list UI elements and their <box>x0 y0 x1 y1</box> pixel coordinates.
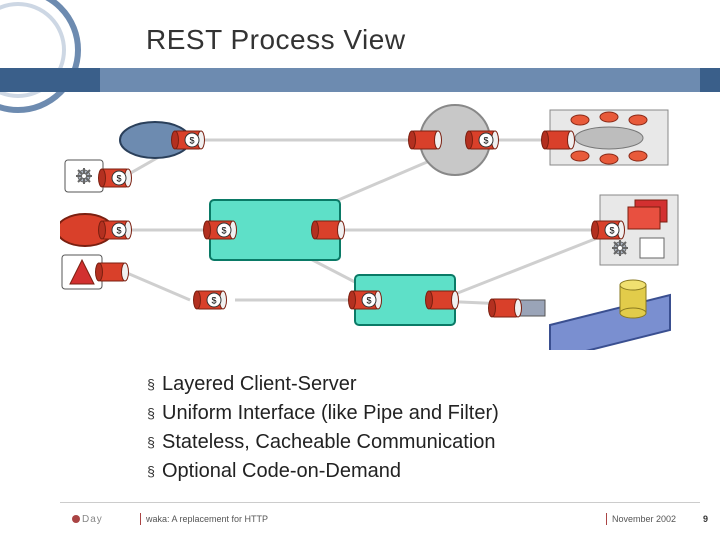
bullet-list: §Layered Client-Server §Uniform Interfac… <box>140 370 499 486</box>
logo: Day <box>72 514 103 525</box>
bullet-item: Stateless, Cacheable Communication <box>162 428 496 457</box>
page-number: 9 <box>703 514 708 524</box>
footer-date: November 2002 <box>612 514 676 524</box>
rest-process-diagram: $ <box>60 100 680 350</box>
slide-footer: Day waka: A replacement for HTTP Novembe… <box>0 502 720 532</box>
bullet-marker: § <box>140 428 162 457</box>
client-agent-1 <box>120 122 205 158</box>
client-agent-2 <box>60 214 132 246</box>
intermediary-1 <box>204 200 345 260</box>
component-server <box>592 195 679 265</box>
origin-server-orb <box>542 110 669 165</box>
client-agent-gear <box>65 160 132 192</box>
bullet-item: Uniform Interface (like Pipe and Filter) <box>162 399 499 428</box>
bullet-item: Layered Client-Server <box>162 370 357 399</box>
slide-title: REST Process View <box>146 24 406 56</box>
intermediary-2 <box>349 275 459 325</box>
footer-left-text: waka: A replacement for HTTP <box>146 514 268 524</box>
data-store <box>489 280 671 350</box>
bullet-marker: § <box>140 457 162 486</box>
client-agent-3 <box>62 255 129 289</box>
cache-connector <box>194 291 227 309</box>
title-underline-bar <box>0 68 720 92</box>
bullet-item: Optional Code-on-Demand <box>162 457 401 486</box>
bullet-marker: § <box>140 399 162 428</box>
bullet-marker: § <box>140 370 162 399</box>
